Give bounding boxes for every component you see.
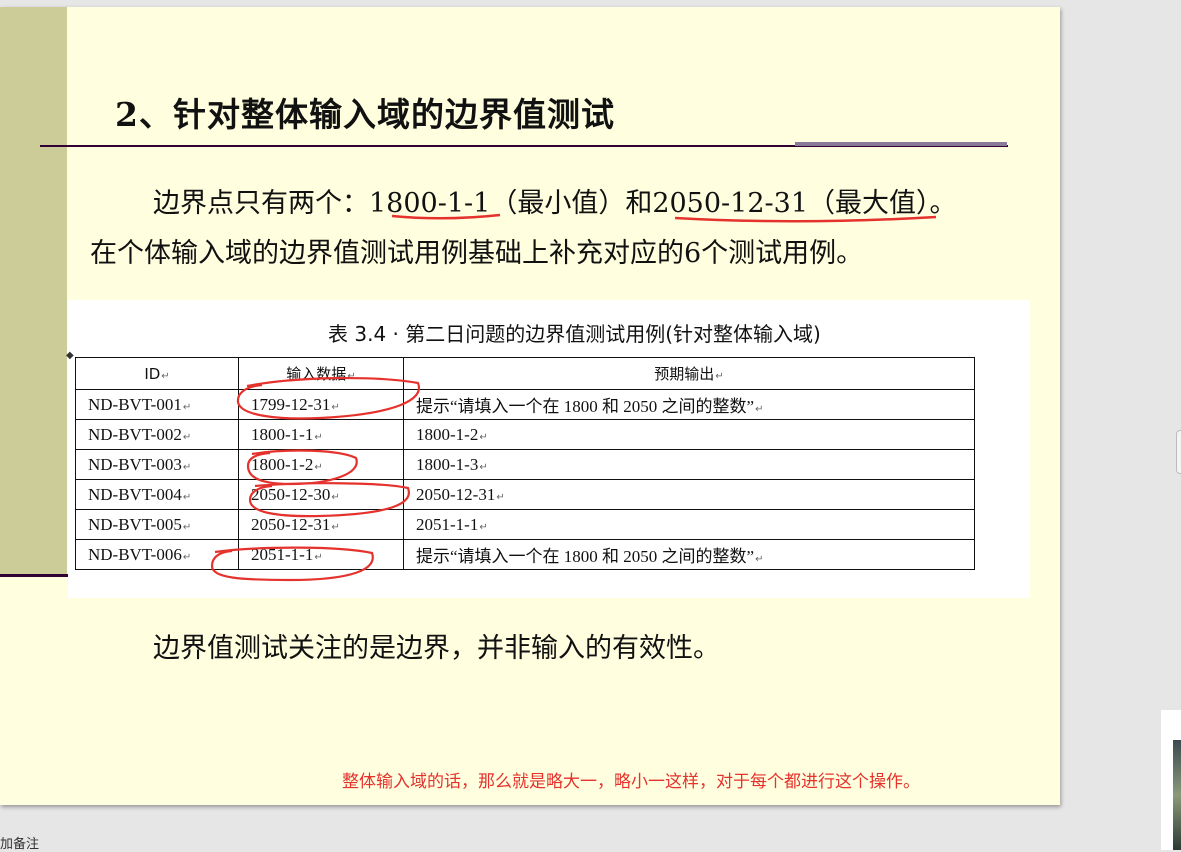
cell-input: 2050-12-31↵ <box>238 509 404 540</box>
title-divider-accent <box>795 142 1007 146</box>
table-row: ND-BVT-006↵ 2051-1-1↵ 提示“请填入一个在 1800 和 2… <box>75 539 975 570</box>
left-decor-bar <box>0 7 67 575</box>
cell-input: 2051-1-1↵ <box>238 539 404 570</box>
paragraph-boundary-points: 边界点只有两个：1800-1-1（最小值）和2050-12-31（最大值）。 <box>153 181 957 220</box>
para1-prefix: 边界点只有两个： <box>153 188 369 219</box>
left-decor-rule <box>0 574 75 577</box>
cell-id: ND-BVT-006↵ <box>75 539 239 570</box>
cell-id: ND-BVT-005↵ <box>75 509 239 540</box>
table-row: ND-BVT-001↵ 1799-12-31↵ 提示“请填入一个在 1800 和… <box>75 389 975 420</box>
header-input: 输入数据↵ <box>238 357 404 390</box>
table-row: ND-BVT-004↵ 2050-12-30↵ 2050-12-31↵ <box>75 479 975 510</box>
cell-input: 1799-12-31↵ <box>238 389 404 420</box>
table-row: ND-BVT-002↵ 1800-1-1↵ 1800-1-2↵ <box>75 419 975 450</box>
status-bar-notes[interactable]: 加备注 <box>0 833 39 852</box>
cell-expected: 2051-1-1↵ <box>403 509 975 540</box>
cell-expected: 提示“请填入一个在 1800 和 2050 之间的整数”↵ <box>403 389 975 420</box>
table-image-crop <box>68 581 1030 598</box>
test-case-table: ID↵ 输入数据↵ 预期输出↵ ND-BVT-001↵ 1799-12-31↵ … <box>75 357 975 570</box>
thumbnail-image <box>1173 740 1181 850</box>
table-row: ND-BVT-005↵ 2050-12-31↵ 2051-1-1↵ <box>75 509 975 540</box>
min-label: （最小值）和 <box>490 188 653 219</box>
cell-input: 1800-1-1↵ <box>238 419 404 450</box>
cell-expected: 1800-1-2↵ <box>403 419 975 450</box>
cell-input: 1800-1-2↵ <box>238 449 404 480</box>
table-header-row: ID↵ 输入数据↵ 预期输出↵ <box>75 357 975 390</box>
slide-title: 2、针对整体输入域的边界值测试 <box>115 95 615 134</box>
cell-id: ND-BVT-002↵ <box>75 419 239 450</box>
slide-canvas: 2、针对整体输入域的边界值测试 边界点只有两个：1800-1-1（最小值）和20… <box>0 7 1060 805</box>
cell-id: ND-BVT-003↵ <box>75 449 239 480</box>
cell-input: 2050-12-30↵ <box>238 479 404 510</box>
annotation-note: 整体输入域的话，那么就是略大一，略小一这样，对于每个都进行这个操作。 <box>342 772 920 792</box>
scroll-handle[interactable] <box>1176 430 1181 474</box>
anchor-icon: ◆ <box>66 350 74 361</box>
cell-id: ND-BVT-004↵ <box>75 479 239 510</box>
test-case-table-image: 表 3.4 · 第二日问题的边界值测试用例(针对整体输入域) ◆ ID↵ 输入数… <box>66 300 1030 598</box>
max-value: 2050-12-31 <box>652 188 808 219</box>
table-caption: 表 3.4 · 第二日问题的边界值测试用例(针对整体输入域) <box>328 322 821 346</box>
cell-expected: 2050-12-31↵ <box>403 479 975 510</box>
paragraph-supplement: 在个体输入域的边界值测试用例基础上补充对应的6个测试用例。 <box>90 238 864 269</box>
paragraph-conclusion: 边界值测试关注的是边界，并非输入的有效性。 <box>153 633 720 664</box>
min-value: 1800-1-1 <box>369 188 491 219</box>
header-id: ID↵ <box>75 357 239 390</box>
cell-expected: 1800-1-3↵ <box>403 449 975 480</box>
cell-id: ND-BVT-001↵ <box>75 389 239 420</box>
header-expected: 预期输出↵ <box>403 357 975 390</box>
table-row: ND-BVT-003↵ 1800-1-2↵ 1800-1-3↵ <box>75 449 975 480</box>
max-label: （最大值）。 <box>808 188 957 219</box>
cell-expected: 提示“请填入一个在 1800 和 2050 之间的整数”↵ <box>403 539 975 570</box>
